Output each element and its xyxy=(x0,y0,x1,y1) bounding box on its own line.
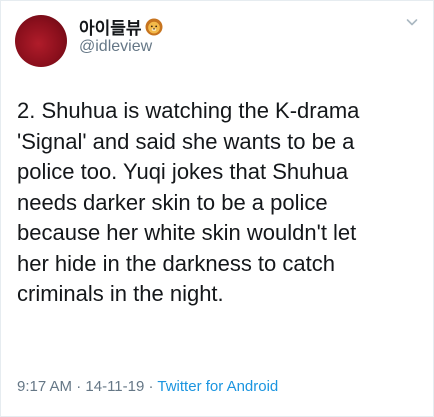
tweet-card: 아이들뷰 @idleview 2. Shuhua is watching the… xyxy=(0,0,434,417)
tweet-date[interactable]: 14-11-19 xyxy=(85,378,144,395)
tweet-text: 2. Shuhua is watching the K-drama 'Signa… xyxy=(17,98,360,306)
meta-separator: · xyxy=(72,378,86,395)
display-name-text: 아이들뷰 xyxy=(79,19,142,39)
user-handle[interactable]: @idleview xyxy=(79,38,152,56)
avatar[interactable] xyxy=(15,15,67,67)
lion-face-icon xyxy=(145,18,163,36)
tweet-metadata: 9:17 AM · 14-11-19 · Twitter for Android xyxy=(17,378,278,395)
tweet-source-link[interactable]: Twitter for Android xyxy=(157,378,278,395)
user-display-name[interactable]: 아이들뷰 xyxy=(79,14,163,39)
tweet-time[interactable]: 9:17 AM xyxy=(17,378,72,395)
meta-separator: · xyxy=(144,378,158,395)
chevron-down-icon[interactable] xyxy=(405,15,419,29)
